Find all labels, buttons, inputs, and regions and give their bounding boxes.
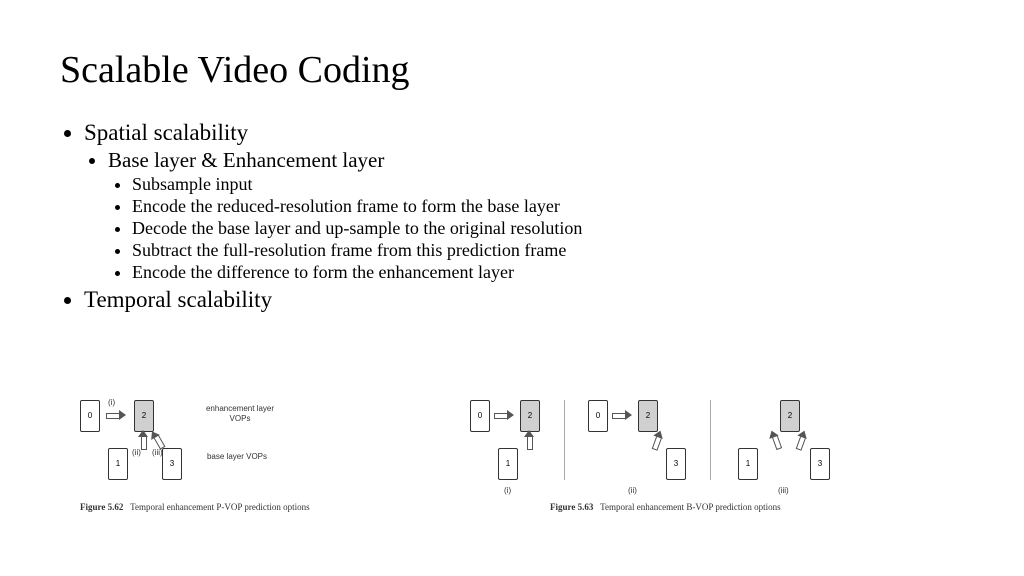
caption-number: Figure 5.62 — [80, 502, 123, 512]
caption-text: Temporal enhancement B-VOP prediction op… — [600, 502, 781, 512]
bullet-subtract: Subtract the full-resolution frame from … — [132, 240, 964, 261]
label-base: base layer VOPs — [202, 452, 272, 462]
arrow-right-icon — [494, 410, 514, 420]
panel-0: 0 — [470, 400, 490, 432]
arrow-up-icon — [649, 429, 665, 451]
panel-3: 3 — [810, 448, 830, 480]
panel-1: 1 — [108, 448, 128, 480]
figure-caption: Figure 5.63 Temporal enhancement B-VOP p… — [550, 502, 781, 512]
bullet-spatial: Spatial scalability Base layer & Enhance… — [84, 120, 964, 283]
bullet-text: Spatial scalability — [84, 120, 248, 145]
bullet-encode-base: Encode the reduced-resolution frame to f… — [132, 196, 964, 217]
bullet-encode-diff: Encode the difference to form the enhanc… — [132, 262, 964, 283]
panel-3: 3 — [162, 448, 182, 480]
panel-2: 2 — [520, 400, 540, 432]
figure-5-62: 0 (i) 2 enhancement layer VOPs 1 (ii) 3 … — [80, 400, 410, 530]
figure-5-63: 0 2 1 (i) 0 2 3 (ii) 2 1 3 (iii) Figure … — [470, 400, 950, 530]
bullet-text: Base layer & Enhancement layer — [108, 148, 384, 172]
arrow-up-icon — [767, 429, 783, 451]
arrow-right-icon — [612, 410, 632, 420]
marker-iii: (iii) — [152, 448, 163, 457]
panel-2: 2 — [780, 400, 800, 432]
panel-3: 3 — [666, 448, 686, 480]
label-enh: enhancement layer VOPs — [200, 404, 280, 424]
arrow-up-icon — [793, 429, 809, 451]
marker-i: (i) — [504, 486, 511, 495]
caption-text: Temporal enhancement P-VOP prediction op… — [130, 502, 310, 512]
bullet-temporal: Temporal scalability — [84, 287, 964, 313]
panel-0: 0 — [588, 400, 608, 432]
panel-1: 1 — [498, 448, 518, 480]
panel-2: 2 — [134, 400, 154, 432]
marker-ii: (ii) — [132, 448, 141, 457]
arrow-right-icon — [106, 410, 126, 420]
marker-i: (i) — [108, 398, 115, 407]
bullet-base-enh: Base layer & Enhancement layer Subsample… — [108, 148, 964, 283]
bullet-subsample: Subsample input — [132, 174, 964, 195]
arrow-up-icon — [524, 430, 534, 450]
panel-2: 2 — [638, 400, 658, 432]
divider — [710, 400, 711, 480]
panel-0: 0 — [80, 400, 100, 432]
marker-iii: (iii) — [778, 486, 789, 495]
panel-1: 1 — [738, 448, 758, 480]
caption-number: Figure 5.63 — [550, 502, 593, 512]
figure-caption: Figure 5.62 Temporal enhancement P-VOP p… — [80, 502, 310, 512]
bullet-decode: Decode the base layer and up-sample to t… — [132, 218, 964, 239]
slide-title: Scalable Video Coding — [60, 48, 964, 92]
marker-ii: (ii) — [628, 486, 637, 495]
divider — [564, 400, 565, 480]
